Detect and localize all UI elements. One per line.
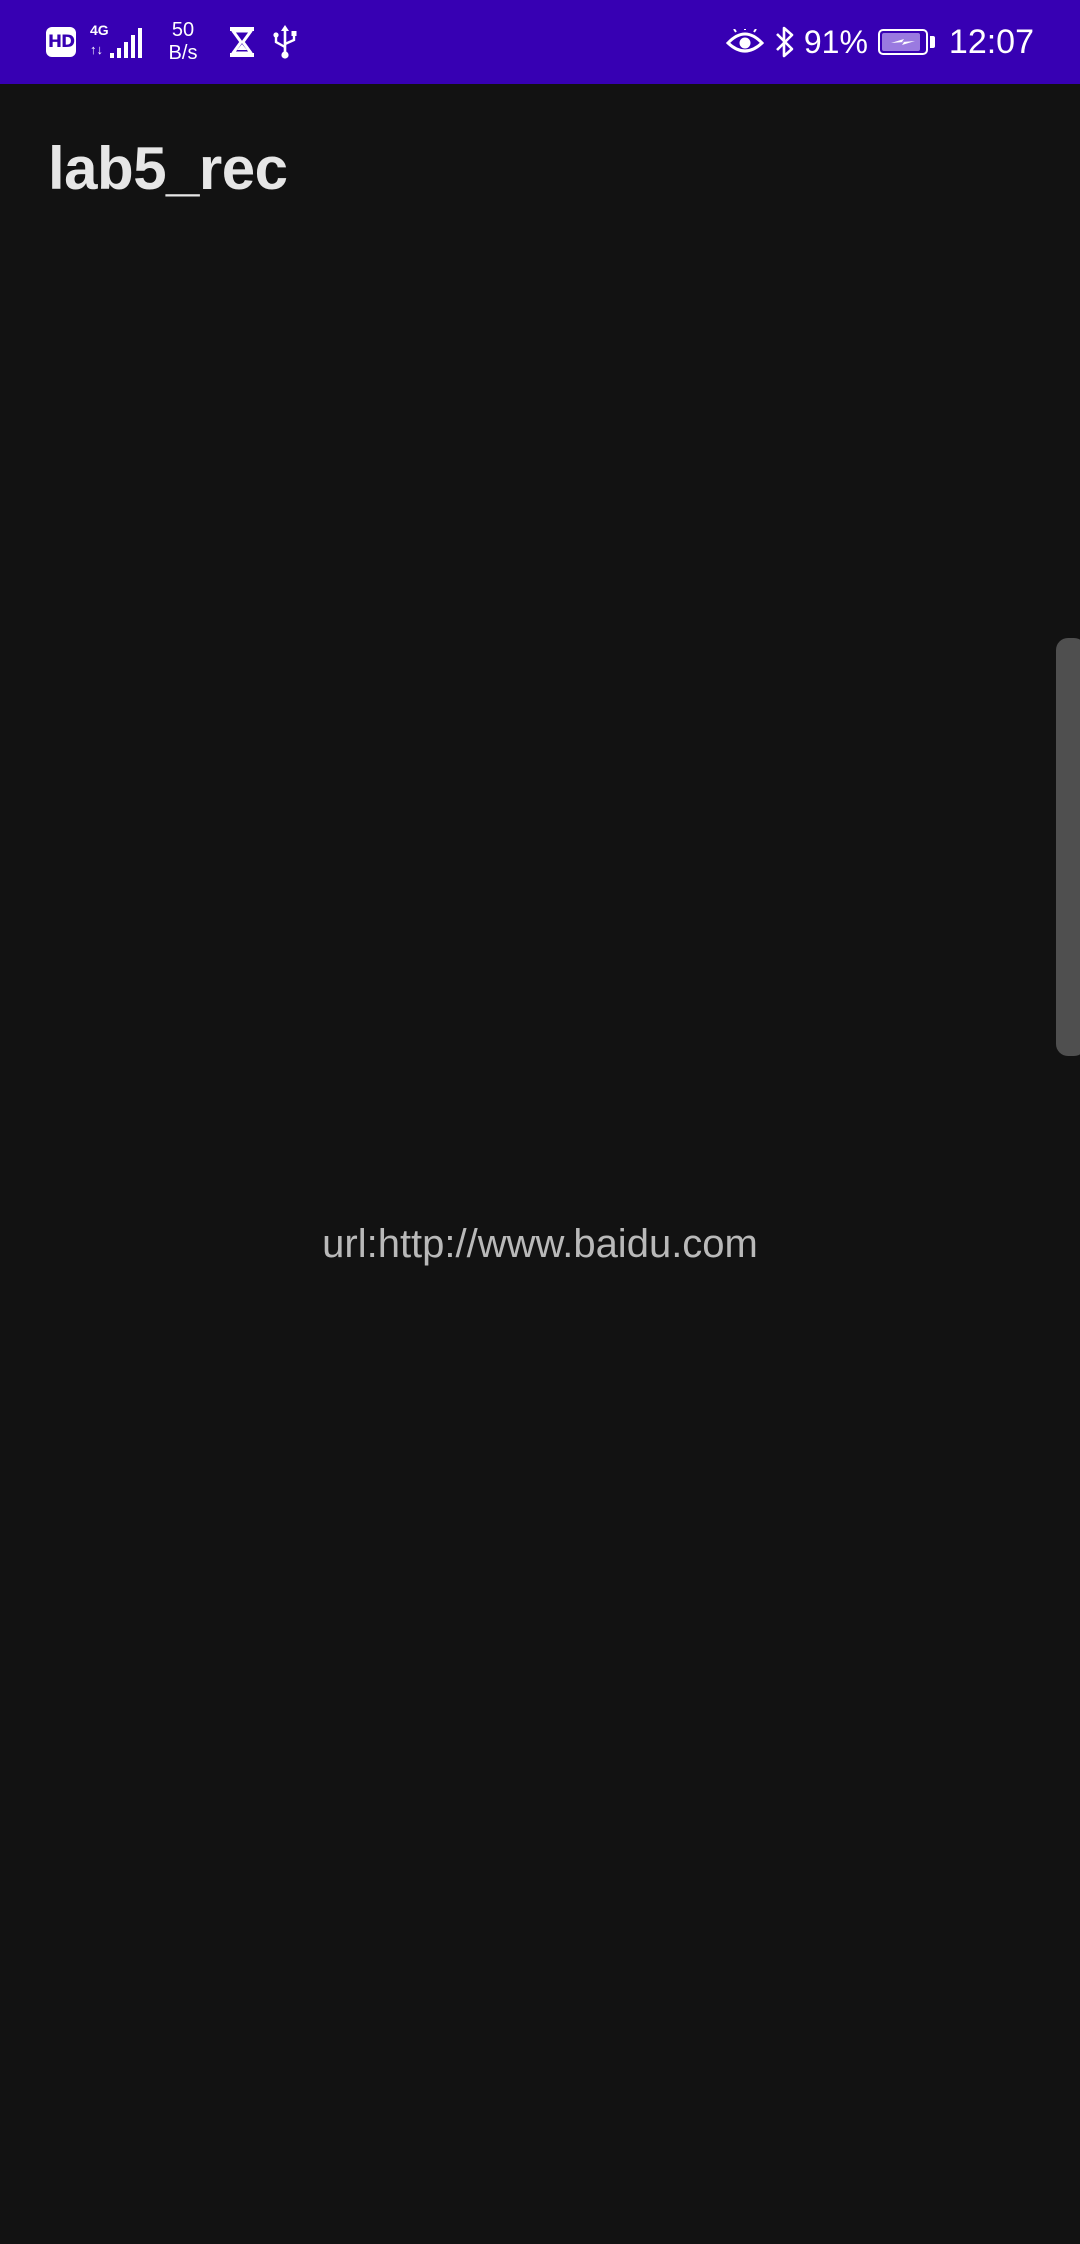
battery-charging-icon [877, 29, 928, 55]
hourglass-icon [230, 27, 254, 57]
signal-icon: 4G ↑↓ [90, 22, 146, 62]
status-bar-clock: 12:07 [948, 22, 1034, 61]
app-title: lab5_rec [48, 135, 288, 202]
status-bar-left: HD 4G ↑↓ 50 B/s [46, 0, 314, 84]
signal-bars-icon [110, 28, 142, 58]
battery-percentage: 91% [803, 23, 868, 60]
charging-bolt-icon [890, 39, 915, 45]
network-speed-value: 50 [171, 19, 195, 41]
eye-icon [725, 29, 764, 53]
network-speed-unit: B/s [168, 42, 198, 64]
side-edge-panel-handle[interactable] [1056, 638, 1080, 1056]
url-label: url:http://www.baidu.com [322, 1222, 758, 1266]
usb-icon [273, 25, 297, 59]
battery-tip [929, 36, 935, 48]
network-speed: 50 B/s [162, 19, 204, 65]
app-screen: HD 4G ↑↓ 50 B/s 91% 12:07 lab5_rec url:h… [0, 0, 1080, 2244]
hd-icon: HD [46, 27, 76, 57]
status-bar: HD 4G ↑↓ 50 B/s 91% 12:07 [0, 0, 1080, 84]
status-bar-right: 91% 12:07 [725, 0, 1034, 84]
network-activity-icon: ↑↓ [90, 42, 103, 57]
bluetooth-icon [775, 26, 794, 58]
